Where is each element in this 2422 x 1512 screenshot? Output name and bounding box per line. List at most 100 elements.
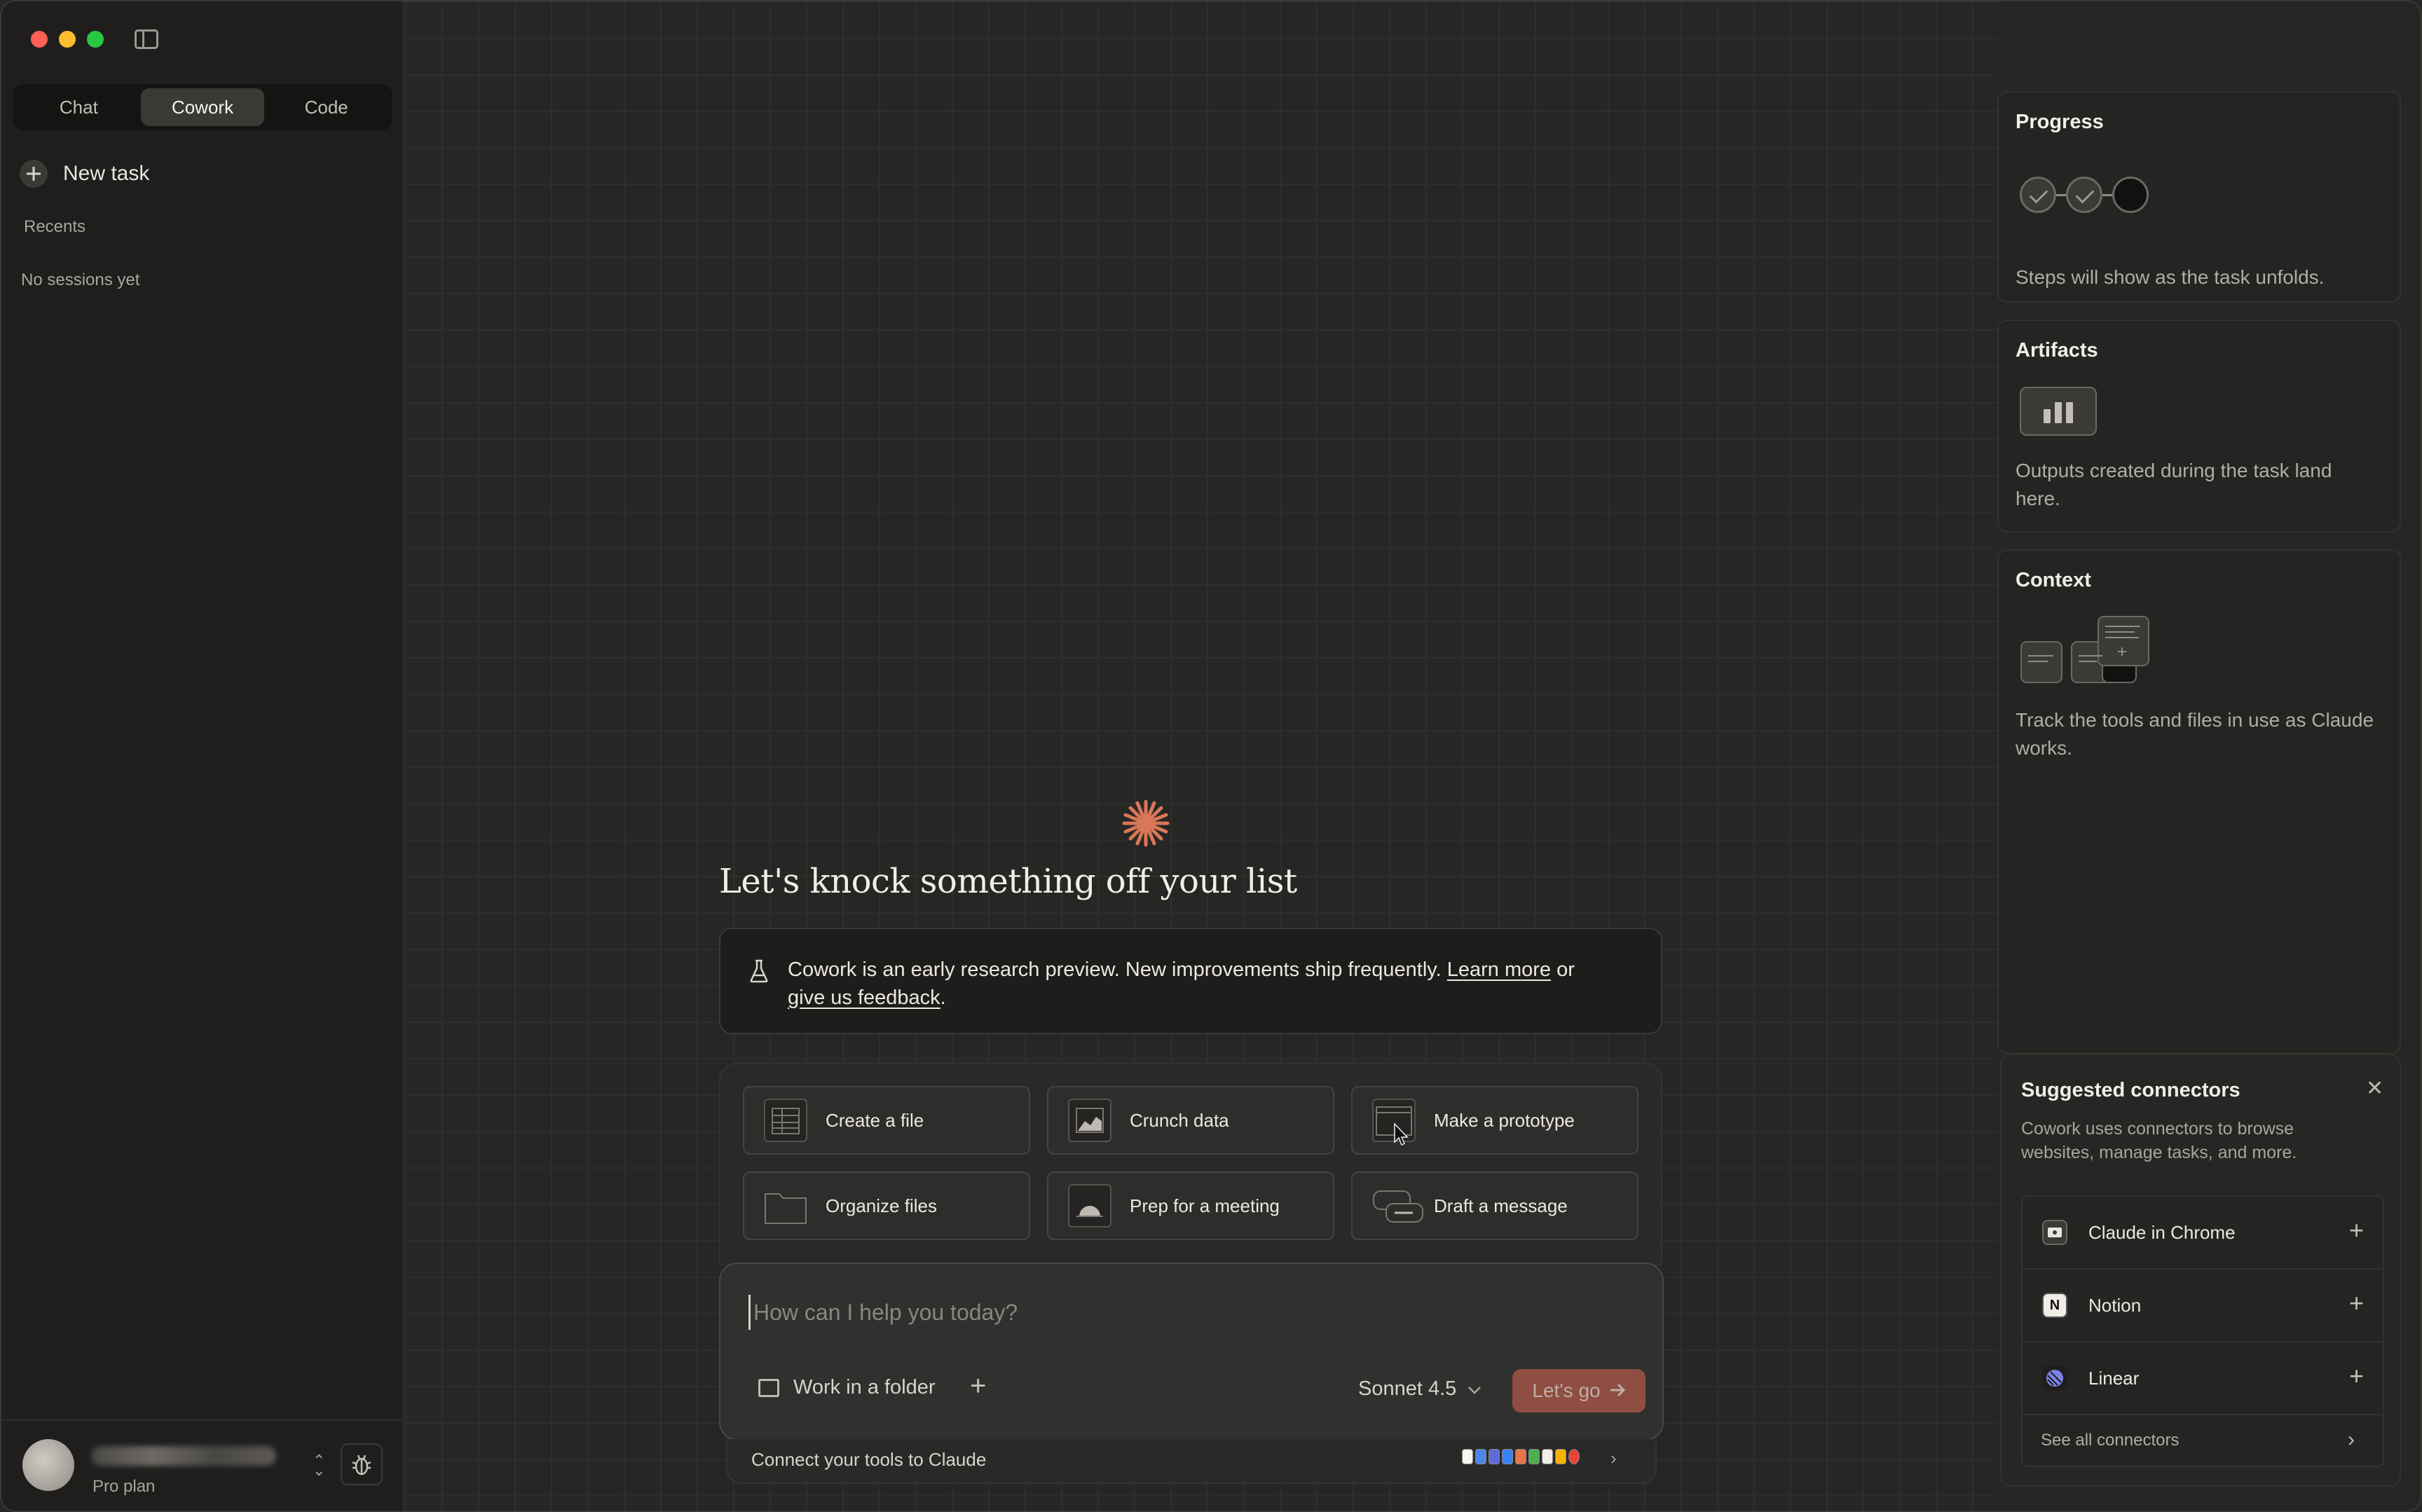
message-icon: [1372, 1184, 1423, 1228]
notion-mini-icon: [1462, 1449, 1473, 1464]
notion-icon: N: [2042, 1293, 2067, 1318]
artifacts-title: Artifacts: [2016, 339, 2098, 362]
notice-period: .: [940, 987, 946, 1009]
step-pending-icon: [2112, 177, 2149, 213]
connectors-description: Cowork uses connectors to browse website…: [2021, 1119, 2297, 1162]
linear-icon: [2042, 1366, 2067, 1391]
zoom-window-button[interactable]: [87, 31, 104, 48]
suggested-connectors-panel: Suggested connectors ✕ Cowork uses conne…: [2000, 1054, 2401, 1487]
feedback-link[interactable]: give us feedback: [788, 987, 940, 1009]
model-selector[interactable]: Sonnet 4.5: [1358, 1377, 1482, 1401]
work-in-folder-label: Work in a folder: [793, 1376, 936, 1398]
chevron-updown-icon[interactable]: ⌃ ⌄: [313, 1453, 325, 1478]
tab-cowork[interactable]: Cowork: [140, 88, 265, 126]
connector-name: Notion: [2088, 1294, 2142, 1316]
chart-icon: [1068, 1099, 1111, 1142]
connector-name: Linear: [2088, 1367, 2140, 1389]
add-connector-plus-icon[interactable]: +: [2349, 1291, 2364, 1316]
context-title: Context: [2016, 569, 2091, 591]
page-title: Let's knock something off your list: [719, 862, 1297, 901]
context-files-icon: [2020, 616, 2149, 683]
tool-mini-icon: [1475, 1449, 1486, 1464]
connect-tools-bar[interactable]: Connect your tools to Claude ›: [726, 1439, 1657, 1484]
progress-title: Progress: [2016, 111, 2104, 133]
spreadsheet-icon: [764, 1099, 807, 1142]
artifacts-description: Outputs created during the task land her…: [2016, 460, 2332, 509]
step-complete-icon: [2020, 177, 2056, 213]
new-task-label: New task: [63, 162, 150, 185]
lets-go-label: Let's go: [1532, 1380, 1601, 1401]
bar-chart-icon: [2020, 387, 2097, 436]
drive-mini-icon: [1502, 1449, 1513, 1464]
minimize-window-button[interactable]: [59, 31, 76, 48]
folder-outline-icon: [758, 1378, 779, 1397]
suggestion-label: Crunch data: [1130, 1109, 1229, 1131]
sidebar-toggle-icon[interactable]: [135, 29, 158, 49]
suggestion-label: Prep for a meeting: [1130, 1195, 1280, 1216]
step-complete-icon: [2066, 177, 2102, 213]
connector-claude-in-chrome[interactable]: Claude in Chrome +: [2023, 1197, 2383, 1270]
chevron-down-icon: [1467, 1377, 1482, 1401]
asana-mini-icon: [1515, 1449, 1526, 1464]
chrome-extension-icon: [2042, 1220, 2067, 1245]
suggestion-crunch-data[interactable]: Crunch data: [1047, 1086, 1334, 1155]
chevron-right-icon: ›: [1610, 1448, 1617, 1469]
suggestion-label: Draft a message: [1434, 1195, 1568, 1216]
step-connector: [2102, 193, 2112, 196]
connector-linear[interactable]: Linear +: [2023, 1342, 2383, 1415]
add-attachment-button[interactable]: +: [970, 1372, 986, 1400]
calendar-icon: [1068, 1184, 1111, 1228]
suggestion-create-file[interactable]: Create a file: [743, 1086, 1030, 1155]
connector-notion[interactable]: N Notion +: [2023, 1270, 2383, 1342]
learn-more-link[interactable]: Learn more: [1447, 958, 1551, 981]
see-all-label: See all connectors: [2041, 1431, 2180, 1450]
lets-go-button[interactable]: Let's go: [1512, 1369, 1646, 1413]
recents-heading: Recents: [24, 217, 86, 236]
docs-mini-icon: [1542, 1449, 1553, 1464]
see-all-connectors-link[interactable]: See all connectors ›: [2023, 1415, 2383, 1466]
prompt-input[interactable]: [748, 1295, 1631, 1330]
bug-icon[interactable]: [341, 1443, 383, 1485]
avatar[interactable]: [22, 1439, 74, 1491]
tab-code[interactable]: Code: [264, 88, 388, 126]
model-name: Sonnet 4.5: [1358, 1377, 1457, 1400]
suggestion-panel: Create a file Crunch data Make a prototy…: [719, 1062, 1662, 1265]
add-connector-plus-icon[interactable]: +: [2349, 1218, 2364, 1243]
close-icon[interactable]: ✕: [2366, 1076, 2383, 1101]
add-connector-plus-icon[interactable]: +: [2349, 1363, 2364, 1389]
mouse-cursor-icon: [1394, 1122, 1409, 1146]
connectors-title: Suggested connectors: [2021, 1079, 2240, 1101]
notice-text: Cowork is an early research preview. New…: [788, 956, 1629, 1012]
connector-name: Claude in Chrome: [2088, 1221, 2236, 1243]
plan-label: Pro plan: [93, 1477, 156, 1496]
plus-icon: [20, 160, 48, 188]
context-card: Context Track the tools and files in use…: [1997, 549, 2401, 1054]
slides-mini-icon: [1555, 1449, 1566, 1464]
progress-steps: [2020, 177, 2149, 213]
new-task-button[interactable]: New task: [20, 160, 149, 188]
close-window-button[interactable]: [31, 31, 48, 48]
mode-tabs: Chat Cowork Code: [13, 84, 392, 130]
suggestion-organize-files[interactable]: Organize files: [743, 1171, 1030, 1240]
chevron-right-icon: ›: [2348, 1428, 2355, 1451]
account-footer: Pro plan ⌃ ⌄: [1, 1420, 402, 1511]
suggestion-label: Make a prototype: [1434, 1109, 1575, 1131]
arrow-right-icon: [1609, 1380, 1626, 1402]
folder-icon: [764, 1184, 807, 1228]
step-connector: [2056, 193, 2066, 196]
suggestion-label: Create a file: [826, 1109, 924, 1131]
work-in-folder-button[interactable]: Work in a folder: [758, 1376, 936, 1399]
suggestion-label: Organize files: [826, 1195, 937, 1216]
linear-mini-icon: [1489, 1449, 1500, 1464]
suggestion-prep-meeting[interactable]: Prep for a meeting: [1047, 1171, 1334, 1240]
notice-body: Cowork is an early research preview. New…: [788, 958, 1442, 981]
progress-card: Progress Steps will show as the task unf…: [1997, 91, 2401, 303]
sidebar: Chat Cowork Code New task Recents No ses…: [1, 1, 404, 1511]
artifacts-card: Artifacts Outputs created during the tas…: [1997, 319, 2401, 532]
tab-chat[interactable]: Chat: [17, 88, 141, 126]
chrome-mini-icon: [1568, 1449, 1580, 1464]
suggestion-draft-message[interactable]: Draft a message: [1351, 1171, 1638, 1240]
connectors-list: Claude in Chrome + N Notion + Linear + S…: [2021, 1195, 2384, 1467]
flask-icon: [750, 959, 768, 983]
progress-description: Steps will show as the task unfolds.: [2016, 266, 2325, 288]
